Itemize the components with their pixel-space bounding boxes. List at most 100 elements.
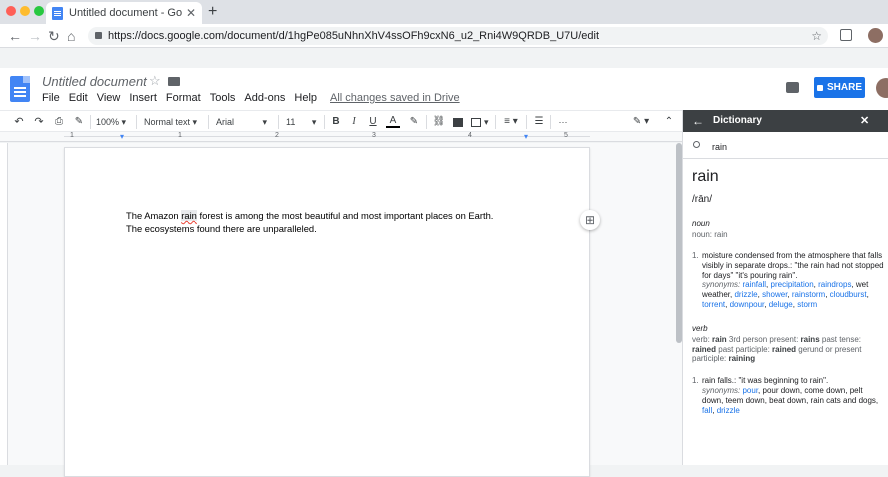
more-options-icon[interactable]: ···	[556, 114, 570, 130]
zoom-select[interactable]: 100% ▾	[96, 114, 136, 130]
paint-format-icon[interactable]: ✎	[72, 114, 86, 130]
part-of-speech-verb: verb	[692, 323, 708, 333]
tab-title: Untitled document - Google Docs	[69, 7, 182, 19]
menu-format[interactable]: Format	[166, 92, 201, 104]
document-body[interactable]: The Amazon rain forest is among the most…	[126, 209, 493, 235]
font-select[interactable]: Arial ▾	[216, 114, 272, 130]
maximize-window-button[interactable]	[34, 6, 44, 16]
ruler-tick: 4	[468, 132, 472, 139]
dictionary-search-input[interactable]: rain	[683, 137, 888, 159]
docs-header: Untitled document ☆ File Edit View Inser…	[0, 68, 888, 110]
lock-icon	[95, 32, 102, 39]
synonym[interactable]: fall	[702, 406, 712, 415]
folder-icon[interactable]	[168, 77, 180, 86]
comments-icon[interactable]	[786, 82, 799, 93]
print-icon[interactable]: ⎙	[52, 114, 66, 130]
ruler-tick: 1	[70, 132, 74, 139]
star-icon[interactable]: ☆	[149, 73, 161, 89]
profile-avatar[interactable]	[868, 28, 883, 43]
editing-mode-icon[interactable]: ✎ ▾	[630, 114, 652, 130]
highlight-icon[interactable]: ✎	[407, 114, 421, 130]
italic-button[interactable]: I	[348, 114, 360, 130]
dictionary-header: ← Dictionary ✕	[683, 110, 888, 132]
back-arrow-icon[interactable]: ←	[8, 28, 22, 44]
bookmark-star-icon[interactable]: ☆	[811, 27, 822, 45]
insert-image-icon[interactable]: ▾	[469, 114, 491, 130]
synonym[interactable]: pour	[742, 386, 758, 395]
part-of-speech-noun: noun	[692, 219, 710, 228]
right-indent-marker-icon[interactable]: ▾	[524, 133, 528, 141]
redo-icon[interactable]: ↷	[32, 114, 46, 130]
ruler-tick: 2	[275, 132, 279, 139]
close-window-button[interactable]	[6, 6, 16, 16]
browser-tab-bar: Untitled document - Google Docs ✕ +	[0, 0, 888, 24]
style-select[interactable]: Normal text ▾	[144, 114, 204, 130]
line-spacing-icon[interactable]: ☰	[532, 114, 546, 130]
synonym[interactable]: drizzle	[717, 406, 740, 415]
synonym: beat down	[769, 395, 807, 405]
verb-forms: verb: rain 3rd person present: rains pas…	[692, 334, 862, 364]
undo-icon[interactable]: ↶	[12, 114, 26, 130]
bold-button[interactable]: B	[330, 114, 342, 130]
align-icon[interactable]: ≡ ▾	[500, 114, 522, 130]
menu-view[interactable]: View	[97, 92, 121, 104]
synonym[interactable]: storm	[797, 300, 817, 309]
forward-arrow-icon[interactable]: →	[28, 28, 42, 44]
lock-icon	[816, 84, 823, 91]
menu-addons[interactable]: Add-ons	[244, 92, 285, 104]
synonym[interactable]: raindrops	[818, 280, 851, 289]
synonym[interactable]: rainstorm	[792, 290, 825, 299]
synonym[interactable]: torrent	[702, 300, 725, 309]
synonym[interactable]: downpour	[730, 300, 765, 309]
ruler[interactable]: ▾ ▾ 1 1 2 3 4 5	[0, 132, 682, 142]
docs-logo-icon[interactable]	[10, 76, 30, 102]
browser-tab[interactable]: Untitled document - Google Docs ✕	[46, 2, 202, 24]
synonym[interactable]: cloudburst	[830, 290, 867, 299]
synonym[interactable]: rainfall	[742, 280, 766, 289]
document-page[interactable]: The Amazon rain forest is among the most…	[64, 147, 590, 477]
ruler-tick: 5	[564, 132, 568, 139]
underline-button[interactable]: U	[367, 114, 379, 130]
synonym[interactable]: deluge	[769, 300, 793, 309]
paragraph-line-2: The ecosystems found there are unparalle…	[126, 223, 317, 234]
home-icon[interactable]: ⌂	[67, 28, 75, 44]
text-color-button[interactable]: A	[386, 114, 400, 128]
menu-edit[interactable]: Edit	[69, 92, 88, 104]
back-arrow-icon[interactable]: ←	[692, 114, 704, 128]
menu-help[interactable]: Help	[294, 92, 317, 104]
noun-definition: 1. moisture condensed from the atmospher…	[692, 251, 884, 309]
document-canvas[interactable]: The Amazon rain forest is among the most…	[0, 143, 682, 477]
synonym[interactable]: shower	[762, 290, 787, 299]
link-icon[interactable]: ⛓	[432, 114, 446, 130]
docs-favicon-icon	[52, 6, 63, 20]
selected-word[interactable]: rain	[181, 210, 197, 221]
indent-marker-icon[interactable]: ▾	[120, 133, 124, 141]
minimize-window-button[interactable]	[20, 6, 30, 16]
reload-icon[interactable]: ↻	[48, 28, 60, 44]
url-field[interactable]: https://docs.google.com/document/d/1hgPe…	[88, 27, 828, 45]
search-query: rain	[712, 142, 728, 152]
synonym[interactable]: drizzle	[734, 290, 757, 299]
share-label: SHARE	[826, 82, 862, 93]
document-title[interactable]: Untitled document	[42, 74, 147, 89]
user-avatar[interactable]	[876, 78, 888, 98]
synonym[interactable]: precipitation	[771, 280, 814, 289]
menu-tools[interactable]: Tools	[210, 92, 236, 104]
add-comment-fab-icon[interactable]: ⊞	[580, 210, 600, 230]
save-status-link[interactable]: All changes saved in Drive	[330, 92, 460, 104]
extension-icon[interactable]	[840, 29, 852, 41]
close-icon[interactable]: ✕	[860, 114, 869, 127]
new-tab-button[interactable]: +	[208, 3, 217, 21]
headword: rain	[692, 168, 719, 185]
close-tab-icon[interactable]: ✕	[186, 6, 196, 20]
menu-insert[interactable]: Insert	[129, 92, 157, 104]
collapse-chevron-icon[interactable]: ⌃	[662, 114, 676, 130]
dictionary-title: Dictionary	[713, 115, 762, 126]
share-button[interactable]: SHARE	[814, 77, 865, 98]
menu-file[interactable]: File	[42, 92, 60, 104]
add-comment-icon[interactable]	[451, 114, 465, 130]
dictionary-panel: ← Dictionary ✕ rain rain /rān/ noun noun…	[682, 110, 888, 465]
font-size-select[interactable]: 11 ▾	[286, 114, 322, 130]
synonym: rain cats and dogs	[810, 395, 876, 405]
menu-bar: File Edit View Insert Format Tools Add-o…	[42, 92, 469, 104]
